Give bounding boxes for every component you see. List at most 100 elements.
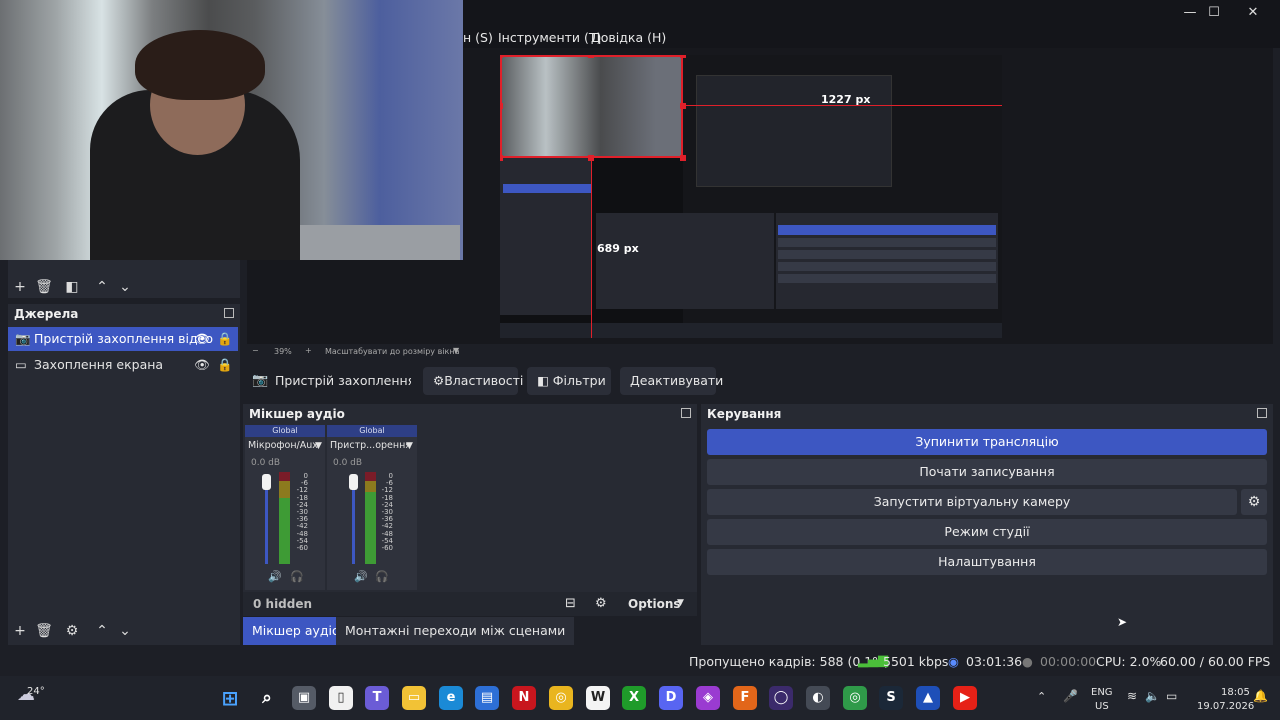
start-recording-button[interactable]: Почати записування [707, 459, 1267, 485]
dock-float-icon[interactable] [681, 408, 691, 418]
volume-slider-handle[interactable] [349, 474, 358, 490]
input-language[interactable]: ENG [1091, 687, 1113, 698]
tab-scene-transitions[interactable]: Монтажні переходи між сценами [336, 617, 575, 645]
resize-handle[interactable] [680, 103, 686, 109]
clock-date[interactable]: 19.07.2026 [1197, 701, 1254, 712]
chevron-down-icon[interactable]: ▼ [315, 441, 322, 451]
sources-title: Джерела [14, 307, 79, 321]
lock-icon[interactable]: 🔒 [217, 327, 233, 351]
windows-start-icon[interactable]: ⊞ [218, 686, 242, 710]
eye-icon[interactable]: 👁 [194, 353, 210, 377]
edge-icon[interactable]: e [439, 686, 463, 710]
speaker-icon[interactable]: 🔊 [354, 570, 368, 583]
source-item-screen-capture[interactable]: ▭ Захоплення екрана 👁 🔒 [8, 353, 238, 377]
teams-icon[interactable]: T [365, 686, 389, 710]
volume-slider-handle[interactable] [262, 474, 271, 490]
wifi-icon[interactable]: ≋ [1127, 689, 1137, 703]
width-readout: 1227 px [821, 93, 871, 106]
resize-handle[interactable] [680, 155, 686, 161]
gear-icon[interactable]: ⚙ [62, 621, 82, 641]
settings-button[interactable]: Налаштування [707, 549, 1267, 575]
chevron-down-icon[interactable]: ▼ [453, 346, 459, 355]
input-region: US [1095, 701, 1109, 712]
youtube-icon[interactable]: ▶ [953, 686, 977, 710]
wikipedia-icon[interactable]: W [586, 686, 610, 710]
obs-icon[interactable]: ◐ [806, 686, 830, 710]
xbox-icon[interactable]: X [622, 686, 646, 710]
lock-icon[interactable]: 🔒 [217, 353, 233, 377]
steam-icon[interactable]: S [879, 686, 903, 710]
trash-icon[interactable]: 🗑 [34, 277, 54, 297]
chrome-icon[interactable]: ◎ [549, 686, 573, 710]
headphones-icon[interactable]: 🎧 [290, 570, 304, 583]
menu-scenes[interactable]: н (S) [463, 30, 493, 45]
preview-canvas[interactable]: 1227 px 689 px [500, 55, 1002, 338]
dock-float-icon[interactable] [224, 308, 234, 318]
studio-mode-button[interactable]: Режим студії [707, 519, 1267, 545]
microphone-icon[interactable]: 🎤 [1063, 689, 1078, 703]
notification-icon[interactable]: 🔔 [1253, 689, 1268, 703]
gear-icon[interactable]: ⚙ [595, 596, 607, 611]
resize-handle[interactable] [500, 103, 503, 109]
app-icon[interactable]: ◈ [696, 686, 720, 710]
trash-icon[interactable]: 🗑 [34, 621, 54, 641]
chevron-up-icon[interactable]: ⌃ [1037, 690, 1046, 703]
menu-help[interactable]: Довідка (H) [591, 30, 666, 45]
stop-streaming-button[interactable]: Зупинити трансляцію [707, 429, 1267, 455]
resize-handle[interactable] [500, 55, 503, 58]
search-icon[interactable]: ⌕ [255, 686, 279, 710]
speaker-icon[interactable]: 🔊 [268, 570, 282, 583]
deactivate-button[interactable]: Деактивувати [620, 367, 723, 395]
menu-tools[interactable]: Інструменти (T) [498, 30, 601, 45]
chrome-icon[interactable]: ◎ [843, 686, 867, 710]
channel-name[interactable]: Пристр...орення [330, 440, 411, 451]
stream-icon: ◉ [948, 654, 959, 669]
start-virtual-camera-button[interactable]: Запустити віртуальну камеру [707, 489, 1237, 515]
zoom-out-button[interactable]: − [252, 346, 259, 355]
layout-icon[interactable]: ⊟ [565, 596, 576, 611]
move-down-icon[interactable]: ⌄ [115, 277, 135, 297]
mixer-title: Мікшер аудіо [249, 407, 345, 421]
close-button[interactable]: ✕ [1233, 4, 1273, 22]
properties-button[interactable]: ⚙Властивості [423, 367, 523, 395]
chevron-down-icon[interactable]: ▼ [406, 441, 413, 451]
gear-icon[interactable]: ⚙ [1241, 489, 1267, 515]
eye-icon[interactable]: 👁 [194, 327, 210, 351]
tab-audio-mixer[interactable]: Мікшер аудіо [243, 617, 349, 645]
mouse-cursor: ➤ [1117, 615, 1128, 629]
netflix-icon[interactable]: N [512, 686, 536, 710]
move-down-icon[interactable]: ⌄ [115, 621, 135, 641]
task-view-icon[interactable]: ▣ [292, 686, 316, 710]
resize-handle[interactable] [588, 55, 594, 58]
resize-handle[interactable] [680, 55, 686, 58]
chevron-down-icon[interactable]: ▼ [677, 598, 684, 608]
source-item-video-capture[interactable]: 📷 Пристрій захоплення відео 👁 🔒 [8, 327, 238, 351]
move-up-icon[interactable]: ⌃ [92, 277, 112, 297]
add-source-button[interactable]: + [10, 621, 30, 641]
mixer-options-button[interactable]: Options [628, 597, 681, 611]
add-scene-button[interactable]: + [10, 277, 30, 297]
maximize-button[interactable]: ☐ [1194, 4, 1234, 22]
distance-guide-vertical [591, 158, 592, 338]
clock-time[interactable]: 18:05 [1221, 687, 1250, 698]
scene-filters-icon[interactable]: ◧ [62, 277, 82, 297]
zoom-fit-select[interactable]: Масштабувати до розміру вікна [325, 347, 459, 356]
resize-handle[interactable] [500, 155, 503, 161]
store-icon[interactable]: ▤ [475, 686, 499, 710]
filters-button[interactable]: ◧ Фільтри [527, 367, 611, 395]
fl-studio-icon[interactable]: F [733, 686, 757, 710]
camera-icon: 📷 [252, 373, 269, 388]
channel-name[interactable]: Мікрофон/Aux [248, 440, 318, 451]
nested-stop-button [778, 225, 996, 235]
battery-icon[interactable]: ▭ [1166, 689, 1177, 703]
move-up-icon[interactable]: ⌃ [92, 621, 112, 641]
volume-icon[interactable]: 🔈 [1145, 689, 1160, 703]
dock-float-icon[interactable] [1257, 408, 1267, 418]
discord-icon[interactable]: D [659, 686, 683, 710]
file-icon[interactable]: ▯ [329, 686, 353, 710]
app-icon[interactable]: ▲ [916, 686, 940, 710]
headphones-icon[interactable]: 🎧 [375, 570, 389, 583]
app-icon[interactable]: ◯ [769, 686, 793, 710]
zoom-in-button[interactable]: + [305, 346, 312, 355]
explorer-icon[interactable]: ▭ [402, 686, 426, 710]
